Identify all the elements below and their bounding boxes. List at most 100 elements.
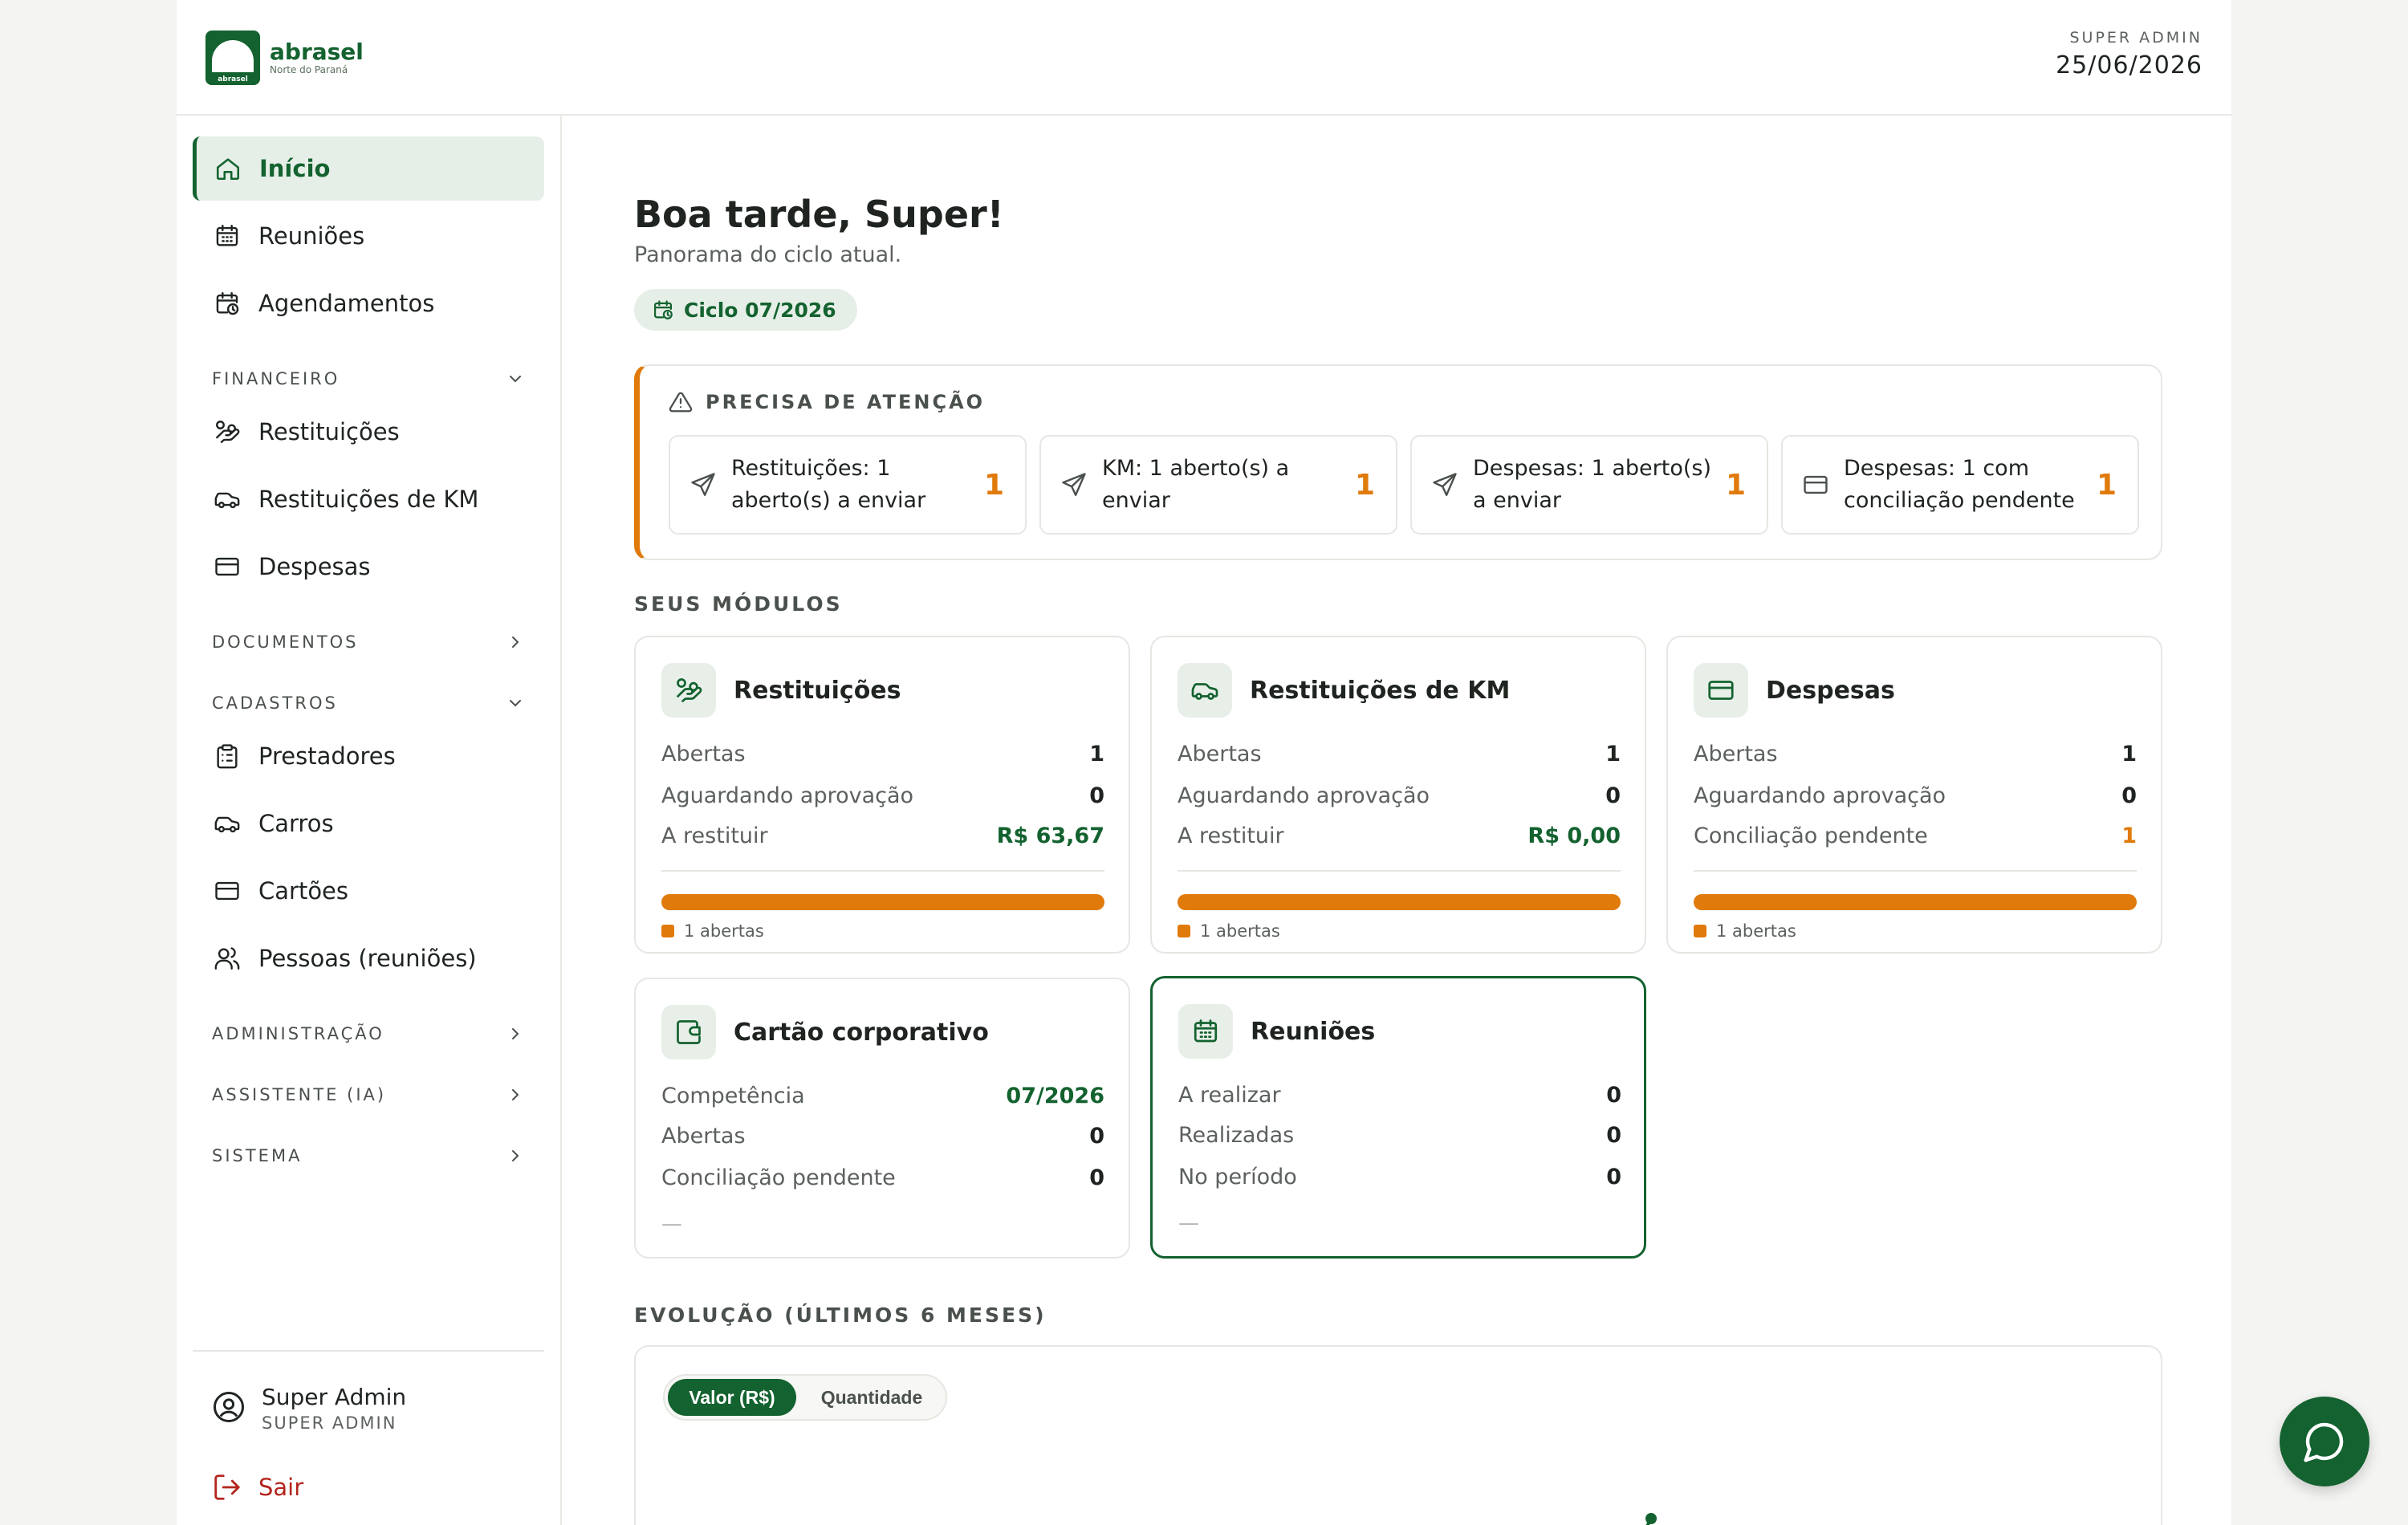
sidebar-item-label: Despesas — [258, 553, 371, 580]
logo-mark-icon: abrasel — [205, 31, 260, 85]
module-legend: 1 abertas — [661, 921, 764, 941]
module-row: Aguardando aprovação 0 — [1178, 783, 1621, 808]
brand-logo[interactable]: abrasel abrasel Norte do Paraná — [205, 31, 364, 85]
module-row: Aguardando aprovação 0 — [1694, 783, 2137, 808]
car-icon — [212, 484, 242, 514]
evolution-section-title: EVOLUÇÃO (ÚLTIMOS 6 MESES) — [634, 1303, 1047, 1327]
attention-count: 1 — [2096, 469, 2117, 502]
attention-card-conciliacao[interactable]: Despesas: 1 com conciliação pendente 1 — [1781, 435, 2139, 535]
sidebar-item-reunioes[interactable]: Reuniões — [193, 204, 544, 268]
attention-card-despesas[interactable]: Despesas: 1 aberto(s) a enviar 1 — [1410, 435, 1768, 535]
car-icon — [212, 808, 242, 839]
sidebar-section-administracao[interactable]: ADMINISTRAÇÃO — [212, 1018, 525, 1050]
module-title: Reuniões — [1251, 1017, 1376, 1046]
calendar-clock-icon — [653, 300, 673, 319]
sidebar-item-prestadores[interactable]: Prestadores — [193, 724, 544, 788]
sidebar-item-label: Prestadores — [258, 742, 396, 770]
module-card-reunioes[interactable]: Reuniões A realizar 0 Realizadas 0 No perí… — [1150, 976, 1646, 1259]
chat-assistant-button[interactable] — [2280, 1397, 2369, 1486]
module-card-despesas[interactable]: Despesas Abertas 1 Aguardando aprovação 0 … — [1666, 636, 2162, 954]
sidebar-item-label: Reuniões — [258, 222, 365, 250]
attention-header: PRECISA DE ATENÇÃO — [669, 390, 985, 414]
page-subtitle: Panorama do ciclo atual. — [634, 242, 902, 267]
sidebar-user-name: Super Admin — [262, 1384, 407, 1410]
sidebar-item-label: Pessoas (reuniões) — [258, 945, 477, 972]
chevron-right-icon — [512, 636, 519, 648]
sidebar-section-sistema[interactable]: SISTEMA — [212, 1140, 525, 1172]
module-row: No período 0 — [1178, 1165, 1621, 1190]
module-row: Realizadas 0 — [1178, 1123, 1621, 1148]
brand-name: abrasel — [270, 39, 364, 65]
module-empty-dash: — — [1178, 1211, 1199, 1235]
sidebar-user[interactable]: Super Admin SUPER ADMIN — [212, 1384, 406, 1433]
module-title: Cartão corporativo — [734, 1018, 989, 1047]
brand-subtitle: Norte do Paraná — [270, 64, 348, 75]
cycle-badge[interactable]: Ciclo 07/2026 — [634, 289, 857, 331]
chevron-right-icon — [512, 1028, 519, 1039]
attention-count: 1 — [1725, 469, 1746, 502]
logout-button[interactable]: Sair — [212, 1472, 303, 1503]
module-title: Restituições de KM — [1250, 676, 1511, 705]
logout-label: Sair — [258, 1474, 304, 1501]
sidebar-section-cadastros[interactable]: CADASTROS — [212, 687, 525, 719]
credit-card-icon — [212, 551, 242, 582]
toggle-value-button[interactable]: Valor (R$) — [668, 1379, 796, 1416]
header-user-info: SUPER ADMIN 25/06/2026 — [2056, 29, 2203, 79]
sidebar-item-restituicoes-km[interactable]: Restituições de KM — [193, 467, 544, 531]
hand-coins-icon — [212, 417, 242, 447]
module-row: Competência 07/2026 — [661, 1084, 1104, 1108]
sidebar-item-inicio[interactable]: Início — [193, 136, 544, 201]
chart-data-point — [1645, 1513, 1657, 1524]
sidebar-item-label: Carros — [258, 810, 334, 837]
evolution-chart-card: Valor (R$) Quantidade — [634, 1345, 2162, 1525]
module-empty-dash: — — [661, 1212, 682, 1236]
chart-mode-toggle[interactable]: Valor (R$) Quantidade — [663, 1374, 947, 1421]
main-content: Boa tarde, Super! Panorama do ciclo atua… — [562, 116, 2231, 1525]
chevron-right-icon — [512, 1089, 519, 1100]
chat-bubble-icon — [2304, 1422, 2344, 1462]
sidebar-item-despesas[interactable]: Despesas — [193, 535, 544, 599]
send-icon — [1062, 473, 1086, 496]
module-legend: 1 abertas — [1178, 921, 1280, 941]
home-icon — [213, 153, 243, 184]
sidebar: Início Reuniões Agendamentos FINANCEIRO … — [177, 116, 562, 1525]
calendar-icon — [1178, 1004, 1233, 1059]
user-circle-icon — [212, 1390, 246, 1427]
sidebar-section-documentos[interactable]: DOCUMENTOS — [212, 626, 525, 658]
module-progress-bar — [661, 894, 1104, 910]
logout-icon — [214, 1474, 240, 1500]
sidebar-user-role: SUPER ADMIN — [262, 1413, 397, 1433]
clipboard-icon — [212, 741, 242, 771]
sidebar-item-cartoes[interactable]: Cartões — [193, 859, 544, 923]
module-card-restituicoes[interactable]: Restituições Abertas 1 Aguardando aprovaç… — [634, 636, 1130, 954]
module-card-restituicoes-km[interactable]: Restituições de KM Abertas 1 Aguardando a… — [1150, 636, 1646, 954]
evolution-line-chart — [1645, 1513, 1657, 1525]
module-card-cartao-corporativo[interactable]: Cartão corporativo Competência 07/2026 Ab… — [634, 978, 1130, 1259]
attention-card-km[interactable]: KM: 1 aberto(s) a enviar 1 — [1039, 435, 1397, 535]
credit-card-icon — [1804, 475, 1828, 494]
sidebar-item-carros[interactable]: Carros — [193, 791, 544, 856]
calendar-icon — [212, 221, 242, 251]
toggle-quantity-button[interactable]: Quantidade — [799, 1379, 944, 1416]
header-role: SUPER ADMIN — [2069, 29, 2203, 47]
module-row: A restituir R$ 63,67 — [661, 824, 1104, 848]
page-title: Boa tarde, Super! — [634, 193, 1004, 236]
send-icon — [1433, 473, 1457, 496]
sidebar-item-pessoas[interactable]: Pessoas (reuniões) — [193, 926, 544, 990]
calendar-clock-icon — [212, 288, 242, 319]
module-row: Abertas 1 — [661, 742, 1104, 767]
wallet-icon — [661, 1005, 716, 1059]
module-progress-bar — [1178, 894, 1621, 910]
sidebar-item-agendamentos[interactable]: Agendamentos — [193, 271, 544, 336]
sidebar-item-label: Restituições — [258, 418, 400, 445]
sidebar-item-restituicoes[interactable]: Restituições — [193, 400, 544, 464]
module-row: Conciliação pendente 1 — [1694, 824, 2137, 848]
sidebar-item-label: Restituições de KM — [258, 486, 479, 513]
modules-section-title: SEUS MÓDULOS — [634, 592, 843, 616]
sidebar-section-financeiro[interactable]: FINANCEIRO — [212, 363, 525, 395]
users-icon — [212, 943, 242, 974]
attention-panel: PRECISA DE ATENÇÃO Restituições: 1 abert… — [634, 364, 2162, 560]
sidebar-section-assistente[interactable]: ASSISTENTE (IA) — [212, 1079, 525, 1111]
attention-card-restituicoes[interactable]: Restituições: 1 aberto(s) a enviar 1 — [669, 435, 1027, 535]
app-window: abrasel abrasel Norte do Paraná SUPER AD… — [177, 0, 2231, 1525]
